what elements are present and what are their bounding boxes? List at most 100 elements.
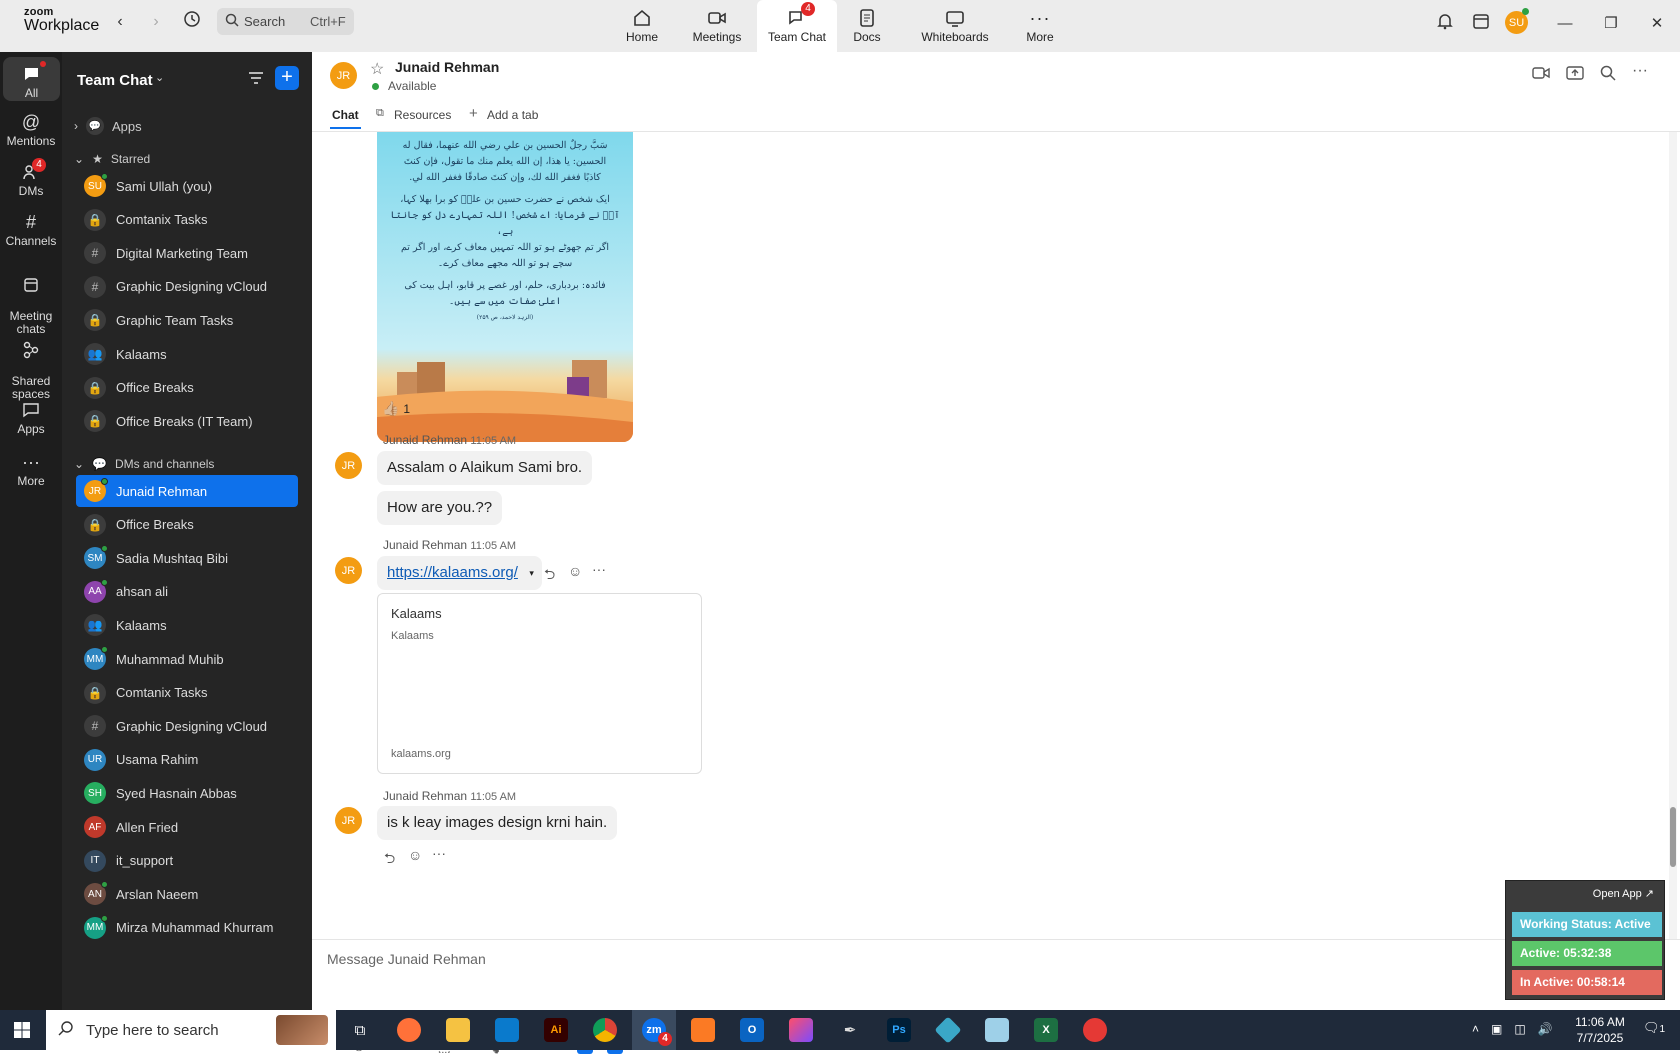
reaction-thumbs-up[interactable]: 👍🏼 1 xyxy=(382,400,410,417)
dropdown-caret-icon[interactable]: ▾ xyxy=(529,556,534,590)
dms-item[interactable]: # Graphic Designing vCloud xyxy=(76,710,298,742)
taskbar-search[interactable]: Type here to search xyxy=(46,1010,336,1050)
dms-item[interactable]: MM Muhammad Muhib xyxy=(76,643,298,675)
message-input[interactable]: Message Junaid Rehman xyxy=(327,951,486,967)
forward-arrow-icon[interactable]: › xyxy=(144,10,168,34)
emoji-react-icon[interactable]: ☺ xyxy=(408,847,422,863)
rail-apps[interactable]: Apps xyxy=(0,398,62,436)
tab-chat[interactable]: Chat xyxy=(332,108,359,122)
dms-item[interactable]: SH Syed Hasnain Abbas xyxy=(76,777,298,809)
sender-avatar[interactable]: JR xyxy=(335,557,362,584)
minimize-icon[interactable]: — xyxy=(1553,12,1577,36)
outlook-icon[interactable]: O xyxy=(730,1010,774,1050)
dms-item[interactable]: AN Arslan Naeem xyxy=(76,878,298,910)
starred-item[interactable]: SU Sami Ullah (you) xyxy=(76,170,298,202)
rail-dms[interactable]: 4 DMs xyxy=(0,158,62,198)
message-more-icon[interactable]: ··· xyxy=(592,561,606,577)
search-icon[interactable] xyxy=(1600,65,1616,86)
network-icon[interactable]: ◫ xyxy=(1514,1022,1525,1036)
file-explorer-icon[interactable] xyxy=(436,1010,480,1050)
tab-home[interactable]: Home xyxy=(602,6,682,50)
rail-channels[interactable]: # Channels xyxy=(0,210,62,249)
star-outline-icon[interactable]: ☆ xyxy=(370,59,384,79)
apps-section[interactable]: › 💬 Apps xyxy=(74,117,142,135)
dms-item[interactable]: 🔒 Office Breaks xyxy=(76,509,298,541)
vscode-icon[interactable] xyxy=(485,1010,529,1050)
notepad-icon[interactable] xyxy=(975,1010,1019,1050)
starred-item[interactable]: # Digital Marketing Team xyxy=(76,237,298,269)
starred-item[interactable]: 🔒 Graphic Team Tasks xyxy=(76,304,298,336)
dms-item[interactable]: 🔒 Comtanix Tasks xyxy=(76,677,298,709)
reply-icon[interactable]: ⮌ xyxy=(544,564,555,588)
message-bubble[interactable]: How are you.?? xyxy=(377,491,503,525)
link-bubble[interactable]: https://kalaams.org/ ▾ xyxy=(377,556,542,590)
message-bubble[interactable]: is k leay images design krni hain. xyxy=(377,806,618,840)
dms-section-header[interactable]: ⌄ 💬 DMs and channels xyxy=(74,457,214,471)
illustrator-icon[interactable]: Ai xyxy=(534,1010,578,1050)
new-chat-button[interactable]: + xyxy=(275,66,299,90)
filter-icon[interactable] xyxy=(247,69,265,92)
rail-all[interactable]: All xyxy=(3,57,60,101)
tab-more[interactable]: ··· More xyxy=(1000,6,1080,50)
search-box[interactable]: Search Ctrl+F xyxy=(217,8,354,35)
tab-meetings[interactable]: Meetings xyxy=(677,6,757,50)
screen-share-icon[interactable] xyxy=(1566,65,1584,86)
more-options-icon[interactable]: ··· xyxy=(1632,62,1648,80)
open-app-link[interactable]: Open App ↗ xyxy=(1593,887,1654,900)
tab-whiteboards[interactable]: Whiteboards xyxy=(914,6,996,50)
dms-item[interactable]: 👥 Kalaams xyxy=(76,609,298,641)
starred-item[interactable]: 👥 Kalaams xyxy=(76,338,298,370)
tray-device-icon[interactable]: ▣ xyxy=(1491,1022,1502,1036)
tab-resources[interactable]: Resources xyxy=(394,108,451,122)
firefox-icon[interactable] xyxy=(387,1010,431,1050)
zoom-taskbar-icon[interactable]: zm 4 xyxy=(632,1010,676,1050)
sidebar-title[interactable]: Team Chat xyxy=(77,72,153,89)
volume-icon[interactable]: 🔊 xyxy=(1538,1022,1553,1036)
clock[interactable]: 11:06 AM 7/7/2025 xyxy=(1570,1014,1630,1046)
dms-item[interactable]: IT it_support xyxy=(76,845,298,877)
tracker-icon[interactable] xyxy=(1073,1010,1117,1050)
message-more-icon[interactable]: ··· xyxy=(432,845,446,861)
starred-item[interactable]: 🔒 Office Breaks (IT Team) xyxy=(76,405,298,437)
app-diamond-icon[interactable] xyxy=(926,1010,970,1050)
link-preview-card[interactable]: Kalaams Kalaams kalaams.org xyxy=(377,593,702,774)
windows-start-icon[interactable] xyxy=(0,1010,44,1050)
xampp-icon[interactable] xyxy=(681,1010,725,1050)
starred-section-header[interactable]: ⌄ ★ Starred xyxy=(74,152,150,166)
restore-icon[interactable]: ❐ xyxy=(1599,12,1623,36)
starred-item[interactable]: 🔒 Comtanix Tasks xyxy=(76,204,298,236)
notification-center-icon[interactable]: 🗨1 xyxy=(1643,1020,1665,1036)
bell-icon[interactable] xyxy=(1433,12,1457,36)
chevron-down-icon[interactable]: ⌄ xyxy=(155,71,164,84)
video-call-icon[interactable] xyxy=(1532,66,1550,85)
dms-item[interactable]: JR Junaid Rehman xyxy=(76,475,298,507)
task-view-icon[interactable]: ⧉ xyxy=(338,1010,382,1050)
excel-icon[interactable]: X xyxy=(1024,1010,1068,1050)
sender-avatar[interactable]: JR xyxy=(335,452,362,479)
contact-avatar[interactable]: JR xyxy=(330,62,357,89)
history-icon[interactable] xyxy=(180,10,204,34)
emoji-react-icon[interactable]: ☺ xyxy=(568,563,582,579)
creative-cloud-icon[interactable] xyxy=(779,1010,823,1050)
tab-docs[interactable]: Docs xyxy=(827,6,907,50)
message-bubble[interactable]: Assalam o Alaikum Sami bro. xyxy=(377,451,593,485)
rail-mentions[interactable]: @ Mentions xyxy=(0,110,62,149)
starred-item[interactable]: 🔒 Office Breaks xyxy=(76,372,298,404)
dms-item[interactable]: AF Allen Fried xyxy=(76,811,298,843)
dms-item[interactable]: UR Usama Rahim xyxy=(76,744,298,776)
tab-add[interactable]: Add a tab xyxy=(487,108,538,122)
photoshop-icon[interactable]: Ps xyxy=(877,1010,921,1050)
dms-item[interactable]: AA ahsan ali xyxy=(76,576,298,608)
reply-icon[interactable]: ⮌ xyxy=(384,848,395,872)
close-icon[interactable]: ✕ xyxy=(1645,12,1669,36)
rail-more[interactable]: ··· More xyxy=(0,450,62,489)
tab-team-chat[interactable]: 4 Team Chat xyxy=(757,0,837,52)
dms-item[interactable]: SM Sadia Mushtaq Bibi xyxy=(76,542,298,574)
scrollbar-thumb[interactable] xyxy=(1670,807,1676,867)
tray-chevron-up-icon[interactable]: ˄ xyxy=(1472,1022,1479,1036)
pen-tool-icon[interactable]: ✒ xyxy=(828,1010,872,1050)
dms-item[interactable]: MM Mirza Muhammad Khurram xyxy=(76,912,298,944)
chrome-icon[interactable] xyxy=(583,1010,627,1050)
shared-image[interactable]: سَبَّ رجلٌ الحسين بن علي رضي الله عنهما،… xyxy=(377,132,633,442)
contact-name[interactable]: Junaid Rehman xyxy=(395,59,499,75)
